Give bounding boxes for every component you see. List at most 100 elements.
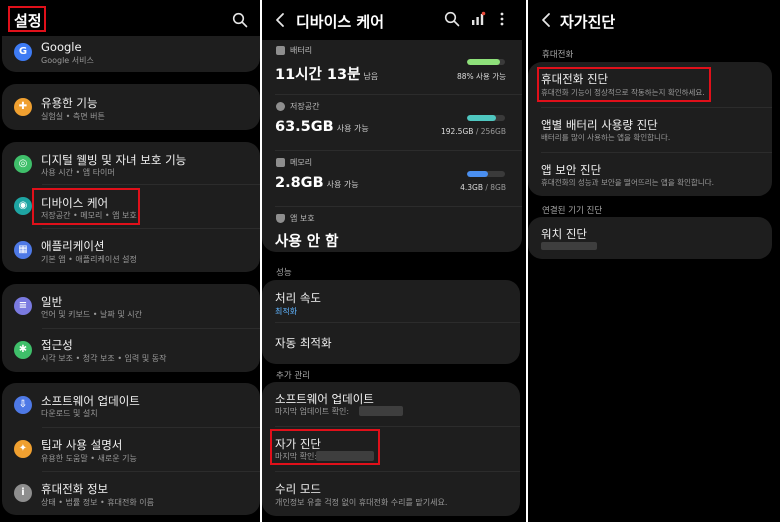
divider	[275, 206, 522, 207]
battery-bar	[467, 59, 505, 65]
item-subtitle: 언어 및 키보드 • 날짜 및 시간	[41, 310, 142, 319]
storage-free: 63.5GB	[275, 119, 334, 135]
battery-value: 11시간 13분 남음	[275, 63, 378, 84]
memory-icon	[276, 158, 285, 167]
item-subtitle: 마지막 업데이트 확인:	[275, 407, 350, 416]
repair-mode-item[interactable]: 수리 모드 개인정보 유출 걱정 없이 휴대전화 수리를 맡기세요.	[262, 472, 520, 516]
section-label-connected: 연결된 기기 진단	[542, 206, 603, 216]
item-title: 디지털 웰빙 및 자녀 보호 기능	[41, 153, 187, 167]
memory-bar-fill	[467, 171, 488, 177]
back-arrow-icon[interactable]	[538, 11, 556, 29]
battery-bar-fill	[467, 59, 501, 65]
item-title: 일반	[41, 295, 63, 309]
item-title: 접근성	[41, 338, 73, 352]
item-subtitle: 다운로드 및 설치	[41, 409, 98, 418]
settings-item-wellbeing[interactable]: ◎ 디지털 웰빙 및 자녀 보호 기능 사용 시간 • 앱 타이머	[2, 142, 260, 184]
battery-pct: 88%	[456, 72, 474, 81]
app-security-diagnosis-item[interactable]: 앱 보안 진단 휴대전화의 성능과 보안을 떨어뜨리는 앱을 확인합니다.	[528, 153, 772, 196]
item-title: 소프트웨어 업데이트	[275, 392, 374, 406]
settings-item-google[interactable]: G Google Google 서비스	[2, 36, 260, 72]
item-subtitle: 상태 • 법률 정보 • 휴대전화 이름	[41, 498, 155, 507]
battery-item[interactable]: 배터리 11시간 13분 남음 88% 사용 가능	[262, 40, 522, 90]
memory-unit: 사용 가능	[326, 180, 359, 189]
item-title: Google	[41, 40, 82, 54]
connected-device-card: 워치 진단	[528, 217, 772, 259]
storage-icon	[276, 102, 285, 111]
memory-free: 2.8GB	[275, 175, 324, 191]
item-title: 수리 모드	[275, 482, 321, 496]
storage-total: / 256GB	[475, 127, 506, 136]
item-subtitle: 기본 앱 • 애플리케이션 설정	[41, 255, 137, 264]
item-subtitle: Google 서비스	[41, 56, 94, 65]
item-subtitle: 시각 보조 • 청각 보조 • 입력 및 동작	[41, 354, 167, 363]
battery-icon	[276, 46, 285, 55]
app-protection-item[interactable]: 앱 보호 사용 안 함	[262, 208, 522, 252]
device-status-card: 배터리 11시간 13분 남음 88% 사용 가능 저장공간 63.5GB 사용 가…	[262, 40, 522, 252]
battery-percent: 88% 사용 가능	[457, 71, 506, 82]
divider	[275, 94, 522, 95]
item-subtitle: 배터리를 많이 사용하는 앱을 확인합니다.	[541, 133, 671, 142]
accessibility-icon: ✱	[14, 341, 32, 359]
section-label-extra: 추가 관리	[276, 371, 310, 381]
battery-usage-diagnosis-item[interactable]: 앱별 배터리 사용량 진단 배터리를 많이 사용하는 앱을 확인합니다.	[528, 108, 772, 152]
item-subtitle: 휴대전화의 성능과 보안을 떨어뜨리는 앱을 확인합니다.	[541, 178, 715, 187]
item-subtitle: 개인정보 유출 걱정 없이 휴대전화 수리를 맡기세요.	[275, 498, 448, 507]
storage-usage: 192.5GB / 256GB	[441, 127, 506, 136]
settings-item-general[interactable]: ≡ 일반 언어 및 키보드 • 날짜 및 시간	[2, 284, 260, 328]
back-arrow-icon[interactable]	[272, 11, 290, 29]
page-title: 자가진단	[560, 13, 616, 31]
settings-item-advanced-features[interactable]: ✚ 유용한 기능 실험실 • 측면 버튼	[2, 84, 260, 130]
settings-item-tips[interactable]: ✦ 팁과 사용 설명서 유용한 도움말 • 새로운 기능	[2, 428, 260, 471]
memory-value: 2.8GB 사용 가능	[275, 175, 359, 191]
settings-item-apps[interactable]: ▦ 애플리케이션 기본 앱 • 애플리케이션 설정	[2, 229, 260, 272]
item-title: 팁과 사용 설명서	[41, 438, 123, 452]
more-options-icon[interactable]	[494, 11, 510, 27]
memory-usage: 4.3GB / 8GB	[460, 183, 506, 192]
search-icon[interactable]	[444, 11, 460, 27]
memory-used: 4.3GB	[460, 183, 483, 192]
item-title: 앱별 배터리 사용량 진단	[541, 118, 658, 132]
item-title: 애플리케이션	[41, 239, 105, 253]
divider	[275, 150, 522, 151]
section-label-phone: 휴대전화	[542, 50, 574, 60]
memory-label: 메모리	[290, 158, 313, 167]
performance-card: 처리 속도 최적화 자동 최적화	[262, 280, 520, 364]
battery-unit: 남음	[363, 72, 379, 81]
item-subtitle: 사용 시간 • 앱 타이머	[41, 168, 115, 177]
settings-item-software-update[interactable]: ⇩ 소프트웨어 업데이트 다운로드 및 설치	[2, 383, 260, 427]
storage-item[interactable]: 저장공간 63.5GB 사용 가능 192.5GB / 256GB	[262, 96, 522, 146]
google-icon: G	[14, 43, 32, 61]
general-icon: ≡	[14, 297, 32, 315]
settings-card-system: ⇩ 소프트웨어 업데이트 다운로드 및 설치 ✦ 팁과 사용 설명서 유용한 도…	[2, 383, 260, 515]
memory-item[interactable]: 메모리 2.8GB 사용 가능 4.3GB / 8GB	[262, 152, 522, 202]
update-icon: ⇩	[14, 396, 32, 414]
device-care-icon: ◉	[14, 197, 32, 215]
storage-label: 저장공간	[290, 102, 320, 111]
watch-diagnosis-item[interactable]: 워치 진단	[528, 217, 772, 259]
battery-label: 배터리	[290, 46, 313, 55]
app-protection-label: 앱 보호	[290, 214, 315, 223]
item-title: 처리 속도	[275, 291, 321, 305]
software-update-item[interactable]: 소프트웨어 업데이트 마지막 업데이트 확인:	[262, 382, 520, 426]
device-care-header: 디바이스 케어	[262, 0, 526, 40]
page-title: 디바이스 케어	[296, 13, 385, 31]
storage-unit: 사용 가능	[336, 124, 369, 133]
settings-panel: 설정 G Google Google 서비스 ✚ 유용한 기능 실험실 • 측면…	[0, 0, 260, 522]
redacted-info	[541, 242, 597, 250]
device-care-panel: 디바이스 케어 배터리 11시간 13분 남음 88% 사용 가능 저장공간 6…	[262, 0, 526, 522]
battery-time: 11시간 13분	[275, 67, 361, 83]
diagnostics-icon[interactable]	[470, 11, 486, 27]
search-icon[interactable]	[232, 12, 248, 28]
settings-card-google: G Google Google 서비스	[2, 36, 260, 72]
settings-header: 설정	[0, 0, 260, 40]
battery-pct-suffix: 사용 가능	[476, 72, 506, 81]
processing-speed-item[interactable]: 처리 속도 최적화	[262, 280, 520, 322]
settings-item-about-phone[interactable]: i 휴대전화 정보 상태 • 법률 정보 • 휴대전화 이름	[2, 472, 260, 515]
highlight-box	[270, 429, 380, 465]
auto-optimize-item[interactable]: 자동 최적화	[262, 323, 520, 364]
apps-icon: ▦	[14, 241, 32, 259]
item-title: 자동 최적화	[275, 336, 332, 350]
settings-item-accessibility[interactable]: ✱ 접근성 시각 보조 • 청각 보조 • 입력 및 동작	[2, 329, 260, 372]
storage-bar	[467, 115, 505, 121]
wellbeing-icon: ◎	[14, 155, 32, 173]
